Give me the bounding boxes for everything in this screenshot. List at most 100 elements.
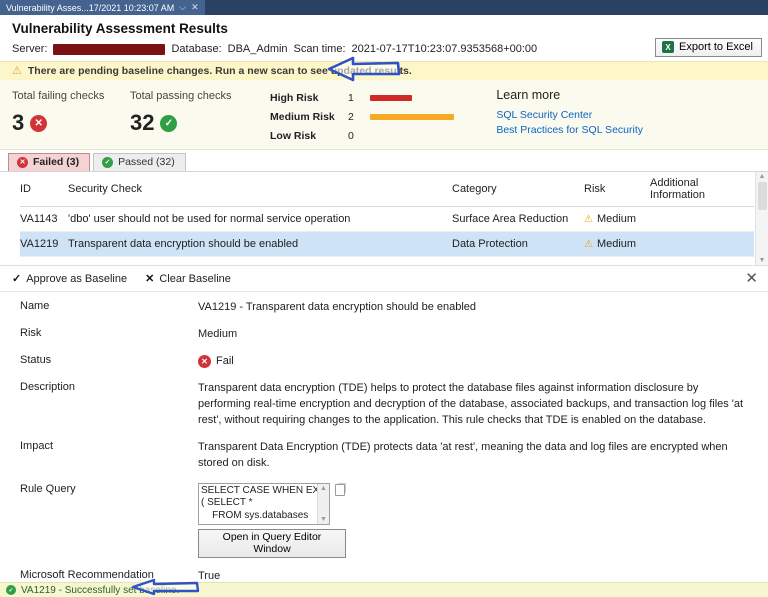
column-header-category[interactable]: Category [452,183,584,195]
column-header-risk[interactable]: Risk [584,183,650,195]
detail-row-description: Description Transparent data encryption … [20,381,756,429]
copy-icon[interactable] [335,483,345,496]
success-check-icon: ✓ [6,585,16,595]
failed-tab-label: Failed (3) [33,156,80,168]
approve-as-baseline-button[interactable]: ✓ Approve as Baseline [12,272,128,286]
scan-info-row: Server: Database: DBA_Admin Scan time: 2… [0,38,768,61]
column-header-security-check[interactable]: Security Check [68,183,452,195]
table-row-selected[interactable]: VA1219 Transparent data encryption shoul… [20,232,754,257]
tab-passed[interactable]: ✓ Passed (32) [93,153,186,171]
risk-label: Risk [20,326,42,339]
status-bar-text: VA1219 - Successfully set baseline. [21,584,180,596]
rule-query-text: SELECT CASE WHEN EXISTS ( SELECT * FROM … [201,484,317,521]
document-tab[interactable]: Vulnerability Asses...17/2021 10:23:07 A… [0,0,205,15]
table-scrollbar[interactable]: ▲ ▼ [755,172,768,265]
row-category: Surface Area Reduction [452,213,569,225]
risk-row-medium: Medium Risk 2 [270,111,530,123]
close-detail-icon[interactable]: ✕ [745,269,758,287]
detail-row-risk: Risk Medium [20,327,756,343]
banner-text: There are pending baseline changes. Run … [27,65,412,77]
detail-row-name: Name VA1219 - Transparent data encryptio… [20,300,756,316]
rule-query-box[interactable]: SELECT CASE WHEN EXISTS ( SELECT * FROM … [198,482,330,525]
passing-checks-value: 32 [130,110,155,135]
failing-checks-label: Total failing checks [12,90,105,102]
risk-bar-1 [370,114,454,120]
export-to-excel-button[interactable]: X Export to Excel [655,38,762,57]
detail-row-status: Status ✕ Fail [20,354,756,370]
passed-tab-icon: ✓ [102,156,114,168]
risk-row-high: High Risk 1 [270,92,530,104]
status-bar: ✓ VA1219 - Successfully set baseline. [0,582,768,597]
detail-row-impact: Impact Transparent Data Encryption (TDE)… [20,440,756,472]
row-security-check: Transparent data encryption should be en… [68,238,299,250]
detail-panel: Name VA1219 - Transparent data encryptio… [0,292,768,597]
x-icon: ✕ [145,273,155,285]
server-label: Server: [12,43,48,55]
scroll-down-icon[interactable]: ▼ [759,257,766,264]
failing-checks-stat: Total failing checks 3 ✕ [12,90,130,141]
column-header-additional-information[interactable]: Additional Information [650,177,754,201]
approve-as-baseline-label: Approve as Baseline [26,272,128,285]
scan-time-label: Scan time: [293,43,346,55]
row-risk: Medium [596,238,637,250]
scroll-up-icon[interactable]: ▲ [320,485,327,492]
server-name-redacted [53,43,166,55]
sql-security-center-link[interactable]: SQL Security Center [496,108,643,123]
tab-close-icon[interactable]: ✕ [191,3,199,12]
medium-risk-icon: ⚠ [584,238,593,250]
findings-table-wrap: ID Security Check Category Risk Addition… [0,172,768,265]
scroll-thumb[interactable] [757,182,767,210]
status-value: Fail [216,354,234,367]
row-id: VA1143 [20,213,58,225]
pin-icon[interactable]: ⌵ [179,3,186,12]
findings-table: ID Security Check Category Risk Addition… [0,172,768,257]
table-row[interactable]: VA1143 'dbo' user should not be used for… [20,207,754,232]
export-to-excel-label: Export to Excel [679,41,753,53]
row-risk: Medium [596,213,637,225]
scroll-up-icon[interactable]: ▲ [759,173,766,180]
column-header-id[interactable]: ID [20,183,68,195]
risk-bar-0 [370,95,412,101]
clear-baseline-button[interactable]: ✕ Clear Baseline [145,272,231,286]
description-label: Description [20,380,76,393]
excel-icon: X [662,41,675,53]
risk-row-low: Low Risk 0 [270,130,530,142]
pending-baseline-banner: ⚠ There are pending baseline changes. Ru… [0,61,768,80]
document-tab-strip: Vulnerability Asses...17/2021 10:23:07 A… [0,0,768,15]
clear-baseline-label: Clear Baseline [159,272,231,285]
high-risk-count: 1 [348,92,354,104]
risk-breakdown: High Risk 1 Medium Risk 2 Low Risk 0 [270,92,530,142]
tab-failed[interactable]: ✕ Failed (3) [8,153,91,171]
query-scrollbar[interactable]: ▲ ▼ [317,483,329,524]
high-risk-label: High Risk [270,92,319,104]
medium-risk-count: 2 [348,111,354,123]
best-practices-link[interactable]: Best Practices for SQL Security [496,123,643,138]
learn-more-title: Learn more [496,88,561,102]
summary-section: Total failing checks 3 ✕ Total passing c… [0,80,768,150]
passed-tab-label: Passed (32) [118,156,175,168]
database-label: Database: [171,43,222,55]
passing-checks-stat: Total passing checks 32 ✓ [130,90,248,141]
passing-checks-label: Total passing checks [130,90,232,102]
baseline-toolbar: ✓ Approve as Baseline ✕ Clear Baseline ✕ [0,265,768,292]
open-in-query-editor-button[interactable]: Open in Query Editor Window [198,528,346,558]
impact-label: Impact [20,439,54,452]
impact-value: Transparent Data Encryption (TDE) protec… [198,440,728,469]
name-value: VA1219 - Transparent data encryption sho… [198,301,477,313]
risk-value: Medium [198,327,238,340]
failing-checks-value: 3 [12,110,25,135]
failed-tab-icon: ✕ [17,156,28,168]
description-value: Transparent data encryption (TDE) helps … [198,381,744,426]
pass-circle-icon: ✓ [160,114,178,132]
low-risk-count: 0 [348,130,354,142]
scan-time-value: 2021-07-17T10:23:07.9353568+00:00 [351,43,538,55]
check-icon: ✓ [12,273,22,285]
detail-row-rule-query: Rule Query SELECT CASE WHEN EXISTS ( SEL… [20,482,756,558]
warning-icon: ⚠ [12,64,22,77]
table-header-row: ID Security Check Category Risk Addition… [20,172,754,207]
result-tabs: ✕ Failed (3) ✓ Passed (32) [0,150,768,172]
scroll-down-icon[interactable]: ▼ [320,516,327,523]
medium-risk-icon: ⚠ [584,213,593,225]
row-category: Data Protection [452,238,528,250]
fail-circle-icon: ✕ [30,114,48,132]
